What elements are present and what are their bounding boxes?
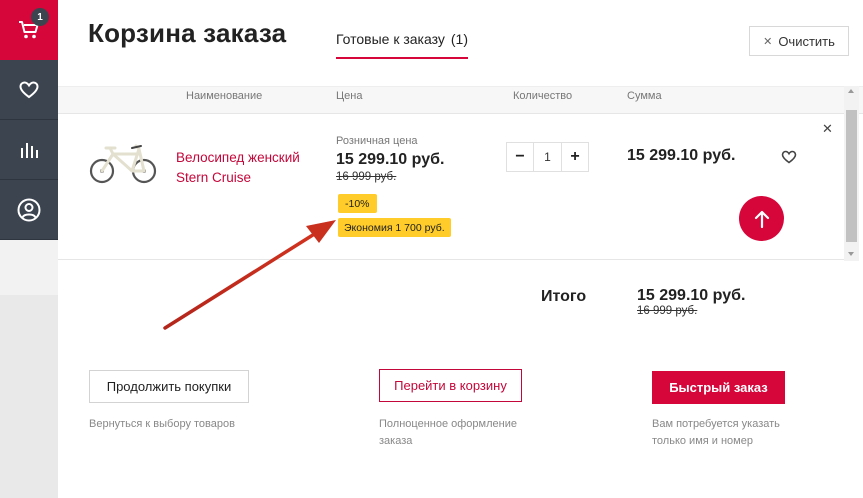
scrollbar-thumb[interactable] [846, 110, 857, 242]
continue-shopping-hint: Вернуться к выбору товаров [89, 418, 235, 430]
scrollbar[interactable] [844, 86, 859, 261]
table-header: Наименование Цена Количество Сумма [58, 86, 863, 114]
go-to-cart-hint: Полноценное оформление заказа [379, 418, 517, 447]
product-name-link[interactable]: Велосипед женский Stern Cruise [176, 148, 326, 188]
column-header-name: Наименование [186, 90, 263, 102]
current-price: 15 299.10 руб. [336, 151, 445, 168]
sidebar-background [0, 240, 58, 295]
close-icon: ✕ [763, 35, 773, 48]
increase-quantity-button[interactable]: + [562, 143, 588, 171]
user-icon [17, 198, 41, 221]
scroll-to-top-button[interactable] [739, 196, 784, 241]
cart-item-row: Велосипед женский Stern Cruise Розничная… [58, 114, 844, 260]
column-header-quantity: Количество [513, 90, 573, 102]
item-sum: 15 299.10 руб. [627, 147, 736, 164]
scroll-up-arrow[interactable] [848, 89, 854, 93]
total-old-price: 16 999 руб. [637, 305, 698, 317]
tab-ready-to-order[interactable]: Готовые к заказу (1) [336, 31, 469, 59]
quantity-stepper: − 1 + [506, 142, 589, 172]
quick-order-hint: Вам потребуется указать только имя и ном… [652, 418, 780, 447]
tab-label: Готовые к заказу [336, 31, 445, 47]
retail-price-label: Розничная цена [336, 135, 418, 147]
cart-panel: Корзина заказа Готовые к заказу (1) ✕ Очи… [58, 0, 863, 498]
decrease-quantity-button[interactable]: − [507, 143, 533, 171]
column-header-sum: Сумма [627, 90, 662, 102]
clear-label: Очистить [778, 33, 835, 49]
page-title: Корзина заказа [88, 18, 287, 48]
stats-icon [21, 142, 38, 158]
column-header-price: Цена [336, 90, 363, 102]
sidebar-cart-button[interactable]: 1 [0, 0, 58, 60]
clear-button[interactable]: ✕ Очистить [749, 26, 849, 56]
total-price: 15 299.10 руб. [637, 287, 746, 304]
quantity-input[interactable]: 1 [533, 143, 562, 171]
quick-order-button[interactable]: Быстрый заказ [652, 371, 785, 404]
old-price: 16 999 руб. [336, 171, 397, 183]
sidebar-account-button[interactable] [0, 180, 58, 240]
savings-badge: Экономия 1 700 руб. [338, 218, 451, 237]
remove-item-icon[interactable]: ✕ [822, 121, 833, 137]
go-to-cart-button[interactable]: Перейти в корзину [379, 369, 522, 402]
heart-icon [19, 80, 39, 98]
add-to-favorites-icon[interactable] [781, 150, 797, 164]
continue-shopping-button[interactable]: Продолжить покупки [89, 370, 249, 403]
sidebar-favorites-button[interactable] [0, 60, 58, 120]
arrow-up-icon [754, 210, 769, 228]
sidebar-compare-button[interactable] [0, 120, 58, 180]
tab-count: (1) [450, 31, 469, 47]
sidebar: 1 [0, 0, 58, 240]
total-label: Итого [541, 288, 587, 305]
product-image[interactable] [88, 140, 158, 186]
cart-count-badge: 1 [31, 8, 49, 26]
discount-badge: -10% [338, 194, 377, 213]
scroll-down-arrow[interactable] [848, 252, 854, 256]
